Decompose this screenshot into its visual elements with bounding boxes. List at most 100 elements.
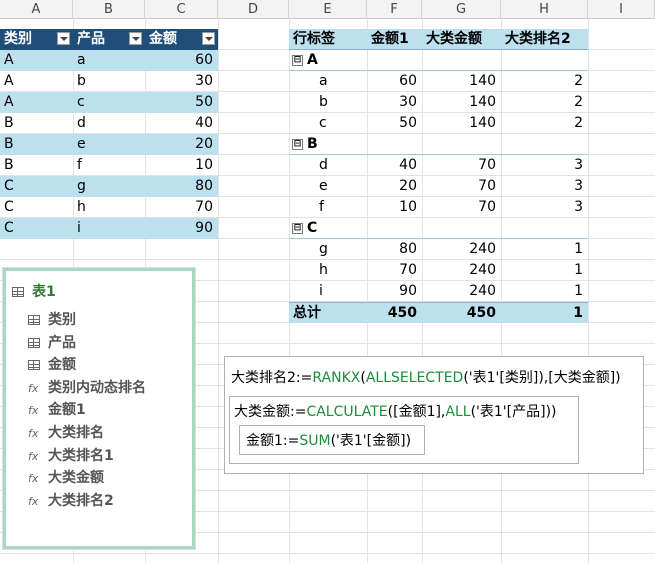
pivot-value-cell[interactable]: 70: [422, 197, 501, 218]
pivot-value-cell[interactable]: 50: [367, 113, 422, 134]
pivot-total-cell[interactable]: 1: [501, 302, 588, 323]
pivot-value-cell[interactable]: 240: [422, 239, 501, 260]
pivot-value-cell[interactable]: 2: [501, 71, 588, 92]
pivot-value-cell[interactable]: 90: [367, 281, 422, 302]
field-item[interactable]: fx 大类排名: [28, 423, 104, 443]
pivot-value-cell[interactable]: 3: [501, 176, 588, 197]
pivot-value-cell[interactable]: 60: [367, 71, 422, 92]
table-cell[interactable]: B: [0, 113, 73, 134]
table-cell[interactable]: h: [73, 197, 145, 218]
field-item[interactable]: fx 大类排名1: [28, 446, 114, 466]
column-header-a[interactable]: A: [0, 0, 73, 19]
pivot-row-label[interactable]: d: [289, 155, 367, 176]
filter-dropdown-icon[interactable]: [57, 32, 70, 45]
table-cell[interactable]: i: [73, 218, 145, 239]
pivot-value-cell[interactable]: 70: [422, 155, 501, 176]
table-cell[interactable]: a: [73, 50, 145, 71]
pivot-value-cell[interactable]: 70: [367, 260, 422, 281]
field-item[interactable]: 产品: [28, 333, 76, 353]
column-header-i[interactable]: I: [588, 0, 655, 19]
table-cell[interactable]: 80: [145, 176, 218, 197]
pivot-value-cell[interactable]: 70: [422, 176, 501, 197]
filter-dropdown-icon[interactable]: [202, 32, 215, 45]
pivot-row-label[interactable]: a: [289, 71, 367, 92]
pivot-value-cell[interactable]: 3: [501, 155, 588, 176]
pivot-value-cell[interactable]: 1: [501, 281, 588, 302]
pivot-header-cell[interactable]: 大类排名2: [501, 29, 588, 50]
table-cell[interactable]: 10: [145, 155, 218, 176]
pivot-row-label[interactable]: c: [289, 113, 367, 134]
pivot-value-cell[interactable]: 140: [422, 113, 501, 134]
pivot-value-cell[interactable]: 140: [422, 92, 501, 113]
column-header-h[interactable]: H: [501, 0, 588, 19]
pivot-value-cell[interactable]: 3: [501, 197, 588, 218]
field-item[interactable]: fx 大类排名2: [28, 491, 114, 511]
column-header-f[interactable]: F: [367, 0, 422, 19]
pivot-header-cell[interactable]: 行标签: [289, 29, 367, 50]
pivot-header-cell[interactable]: 大类金额: [422, 29, 501, 50]
pivot-value-cell[interactable]: 240: [422, 281, 501, 302]
pivot-row-label[interactable]: b: [289, 92, 367, 113]
pivot-group-label[interactable]: ⊟ B: [289, 134, 367, 155]
table-cell[interactable]: c: [73, 92, 145, 113]
table-cell[interactable]: 20: [145, 134, 218, 155]
pivot-value-cell[interactable]: 1: [501, 260, 588, 281]
table-cell[interactable]: f: [73, 155, 145, 176]
table-cell[interactable]: 50: [145, 92, 218, 113]
field-item[interactable]: fx 大类金额: [28, 468, 104, 488]
table-cell[interactable]: B: [0, 134, 73, 155]
column-header-c[interactable]: C: [145, 0, 218, 19]
filter-dropdown-icon[interactable]: [129, 32, 142, 45]
table-cell[interactable]: A: [0, 71, 73, 92]
pivot-header-cell[interactable]: 金额1: [367, 29, 422, 50]
pivot-value-cell[interactable]: 20: [367, 176, 422, 197]
field-list-table-header[interactable]: 表1: [12, 281, 56, 301]
formula-box-amount1[interactable]: 金额1:=SUM('表1'[金额]): [239, 425, 425, 455]
table-cell[interactable]: A: [0, 92, 73, 113]
table-cell[interactable]: 70: [145, 197, 218, 218]
pivot-value-cell[interactable]: 2: [501, 92, 588, 113]
pivot-row-label[interactable]: i: [289, 281, 367, 302]
pivot-total-cell[interactable]: 总计: [289, 302, 367, 323]
table-cell[interactable]: A: [0, 50, 73, 71]
column-header-g[interactable]: G: [422, 0, 501, 19]
pivot-value-cell[interactable]: 80: [367, 239, 422, 260]
table-cell[interactable]: 60: [145, 50, 218, 71]
pivot-value-cell[interactable]: 1: [501, 239, 588, 260]
collapse-icon[interactable]: ⊟: [292, 54, 303, 66]
table-cell[interactable]: 90: [145, 218, 218, 239]
pivot-total-cell[interactable]: 450: [367, 302, 422, 323]
field-item[interactable]: 金额: [28, 355, 76, 375]
table-cell[interactable]: e: [73, 134, 145, 155]
pivot-value-cell[interactable]: 140: [422, 71, 501, 92]
pivot-value-cell[interactable]: 30: [367, 92, 422, 113]
pivot-row-label[interactable]: h: [289, 260, 367, 281]
field-item[interactable]: fx 类别内动态排名: [28, 378, 146, 398]
table-cell[interactable]: C: [0, 176, 73, 197]
table-header-cell[interactable]: 产品: [73, 29, 145, 50]
pivot-value-cell[interactable]: 240: [422, 260, 501, 281]
table-cell[interactable]: d: [73, 113, 145, 134]
table-cell[interactable]: C: [0, 218, 73, 239]
table-cell[interactable]: g: [73, 176, 145, 197]
table-cell[interactable]: C: [0, 197, 73, 218]
column-header-b[interactable]: B: [73, 0, 145, 19]
field-item[interactable]: fx 金额1: [28, 400, 86, 420]
pivot-value-cell[interactable]: 40: [367, 155, 422, 176]
pivot-group-label[interactable]: ⊟ C: [289, 218, 367, 239]
table-cell[interactable]: B: [0, 155, 73, 176]
collapse-icon[interactable]: ⊟: [292, 222, 303, 234]
pivot-value-cell[interactable]: 2: [501, 113, 588, 134]
column-header-d[interactable]: D: [218, 0, 289, 19]
table-header-cell[interactable]: 类别: [0, 29, 73, 50]
pivot-group-label[interactable]: ⊟ A: [289, 50, 367, 71]
collapse-icon[interactable]: ⊟: [292, 138, 303, 150]
table-cell[interactable]: b: [73, 71, 145, 92]
pivot-row-label[interactable]: g: [289, 239, 367, 260]
pivot-row-label[interactable]: f: [289, 197, 367, 218]
field-item[interactable]: 类别: [28, 310, 76, 330]
column-header-e[interactable]: E: [289, 0, 367, 19]
pivot-row-label[interactable]: e: [289, 176, 367, 197]
table-cell[interactable]: 30: [145, 71, 218, 92]
table-header-cell[interactable]: 金额: [145, 29, 218, 50]
